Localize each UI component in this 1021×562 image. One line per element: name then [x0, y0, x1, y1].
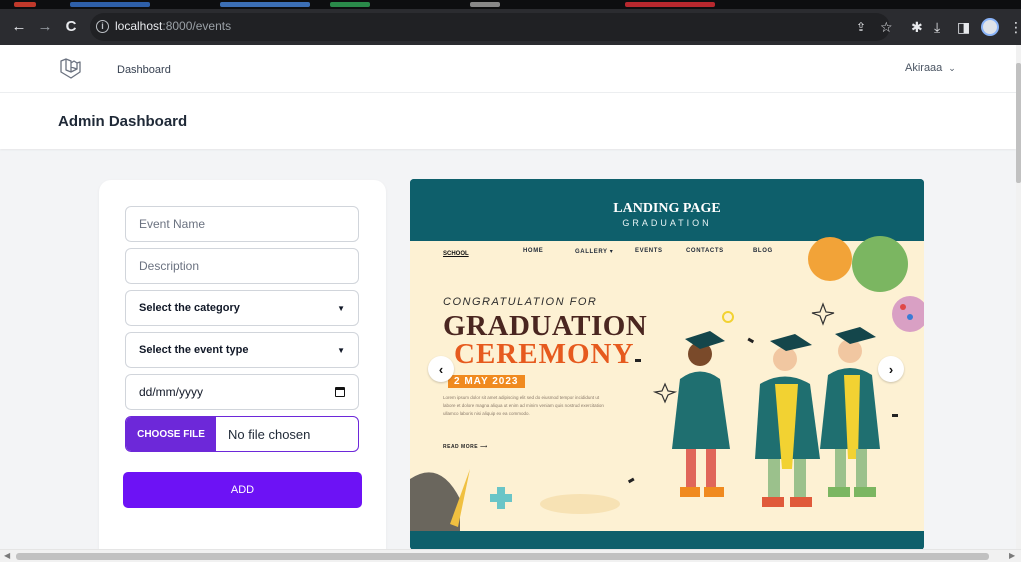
slide-nav-contacts: CONTACTS — [686, 248, 724, 254]
file-status: No file chosen — [228, 426, 311, 442]
description-placeholder: Description — [139, 259, 200, 273]
page: Dashboard Akiraaa ⌄ Admin Dashboard Event… — [0, 45, 1021, 550]
description-input[interactable]: Description — [125, 248, 359, 284]
menu-kebab-icon[interactable]: ⋮ — [1009, 19, 1021, 35]
slide-nav-events: EVENTS — [635, 248, 663, 254]
user-menu[interactable]: Akiraaa ⌄ — [905, 62, 956, 74]
file-input[interactable]: CHOOSE FILE No file chosen — [125, 416, 359, 452]
slide-nav-blog: BLOG — [753, 248, 773, 254]
url-text[interactable]: localhost:8000/events — [115, 19, 231, 33]
event-type-select-value: Select the event type — [139, 344, 249, 356]
event-type-select[interactable]: Select the event type ▼ — [125, 332, 359, 368]
user-name: Akiraaa — [905, 62, 943, 74]
vertical-scrollbar-thumb[interactable] — [1016, 63, 1021, 183]
image-carousel: LANDING PAGE GRADUATION SCHOOL HOME GALL… — [410, 179, 924, 550]
date-placeholder: dd/mm/yyyy — [139, 385, 204, 399]
profile-avatar-icon[interactable] — [981, 18, 999, 36]
vertical-scrollbar[interactable] — [1016, 45, 1021, 550]
slide-body-text: Lorem ipsum dolor sit amet adipiscing el… — [443, 395, 604, 416]
laravel-logo-icon[interactable] — [58, 57, 82, 81]
calendar-icon[interactable] — [335, 387, 345, 397]
category-select-value: Select the category — [139, 302, 240, 314]
top-navbar: Dashboard Akiraaa ⌄ — [0, 45, 1016, 93]
url-host: localhost — [115, 19, 163, 33]
event-name-placeholder: Event Name — [139, 217, 206, 231]
slide-congrats-text: CONGRATULATION FOR — [443, 296, 598, 308]
browser-chrome: ← → C i localhost:8000/events ⇪ ☆ ✱ ⤓ ◨ … — [0, 0, 1021, 45]
carousel-subtitle: GRADUATION — [622, 218, 712, 228]
event-form-card: Event Name Description Select the catego… — [99, 180, 386, 550]
dropdown-caret-icon: ▼ — [337, 345, 345, 355]
forward-icon[interactable]: → — [36, 18, 54, 36]
date-input[interactable]: dd/mm/yyyy — [125, 374, 359, 410]
back-icon[interactable]: ← — [10, 18, 28, 36]
extensions-icon[interactable]: ✱ — [911, 19, 923, 35]
chevron-down-icon: ⌄ — [948, 63, 956, 73]
horizontal-scrollbar[interactable]: ◀ ▶ — [0, 549, 1021, 562]
horizontal-scrollbar-thumb[interactable] — [16, 553, 989, 560]
carousel-title: LANDING PAGE — [613, 201, 721, 216]
slide-nav-gallery: GALLERY ▾ — [575, 249, 614, 255]
info-icon[interactable]: i — [96, 20, 109, 33]
slide-nav-home: HOME — [523, 248, 544, 254]
slide-date-tag: 2 MAY 2023 — [448, 375, 525, 388]
bookmark-star-icon[interactable]: ☆ — [880, 19, 893, 35]
category-select[interactable]: Select the category ▼ — [125, 290, 359, 326]
dropdown-caret-icon: ▼ — [337, 303, 345, 313]
add-button[interactable]: ADD — [123, 472, 362, 508]
carousel-next-button[interactable]: › — [878, 356, 904, 382]
page-title: Admin Dashboard — [58, 113, 188, 130]
tab-strip[interactable] — [0, 0, 1021, 9]
reload-icon[interactable]: C — [62, 18, 80, 36]
browser-toolbar: ← → C i localhost:8000/events ⇪ ☆ ✱ ⤓ ◨ … — [0, 9, 1021, 45]
nav-link-dashboard[interactable]: Dashboard — [117, 64, 171, 76]
school-logo: SCHOOL — [443, 251, 469, 257]
url-path: :8000/events — [162, 19, 232, 33]
scroll-right-icon[interactable]: ▶ — [1009, 551, 1015, 560]
sidebar-icon[interactable]: ◨ — [957, 19, 970, 35]
slide-read-more: READ MORE ⟶ — [443, 444, 488, 450]
choose-file-button[interactable]: CHOOSE FILE — [126, 417, 216, 451]
slide-headline-2: CEREMONY — [454, 338, 635, 370]
download-icon[interactable]: ⤓ — [934, 19, 940, 35]
carousel-prev-button[interactable]: ‹ — [428, 356, 454, 382]
share-icon[interactable]: ⇪ — [856, 19, 866, 35]
event-name-input[interactable]: Event Name — [125, 206, 359, 242]
page-header: Admin Dashboard — [0, 93, 1016, 149]
scroll-left-icon[interactable]: ◀ — [4, 551, 10, 560]
